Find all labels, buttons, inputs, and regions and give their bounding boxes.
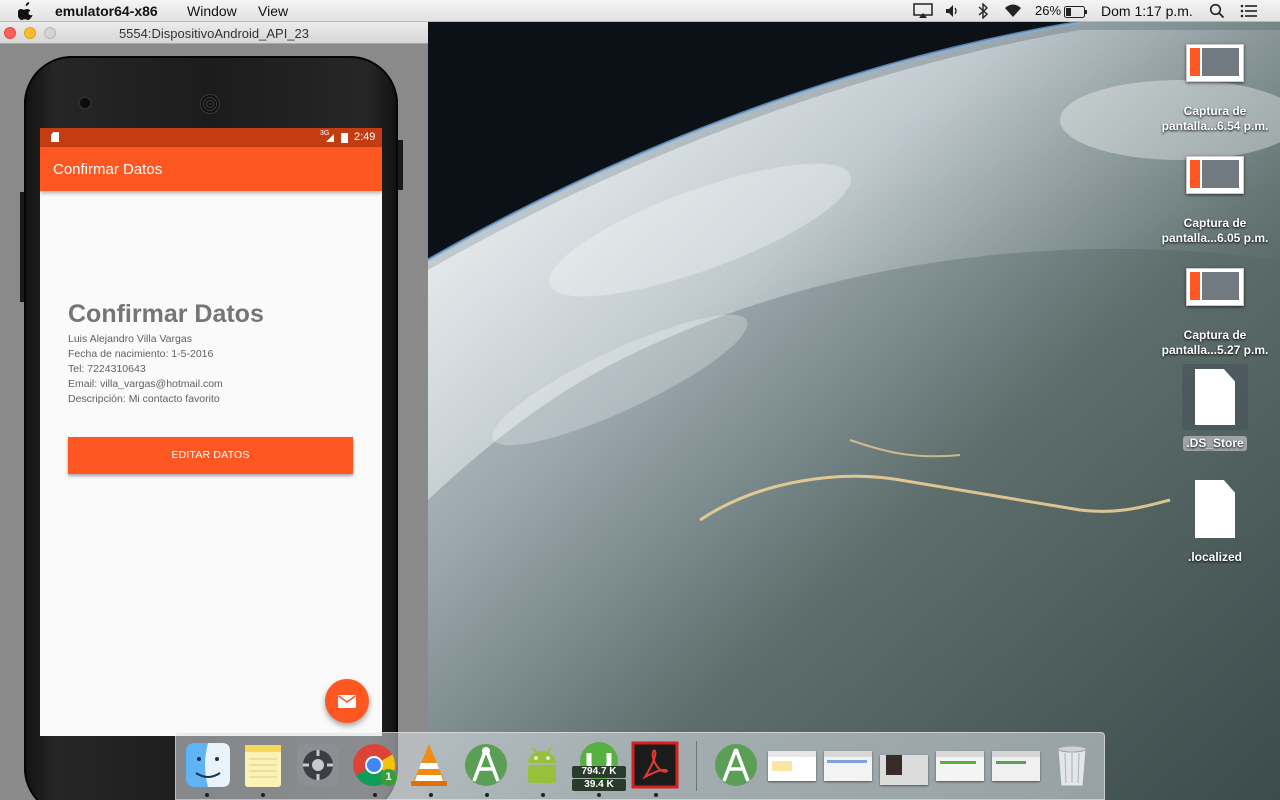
desktop-file-ds-store[interactable]: .DS_Store: [1155, 364, 1275, 452]
battery-percent: 26%: [1035, 3, 1062, 18]
chrome-icon[interactable]: 1: [350, 741, 398, 789]
bluetooth-icon[interactable]: [977, 2, 989, 22]
screenshot-thumbnail-icon: [1186, 44, 1244, 82]
android-studio-icon[interactable]: [462, 741, 510, 789]
minimized-studio-window-icon[interactable]: [992, 751, 1040, 781]
apple-icon[interactable]: [17, 2, 34, 23]
minimized-window-icon[interactable]: [768, 751, 816, 781]
email-address: Email: villa_vargas@hotmail.com: [68, 378, 223, 390]
screenshot-2-name-line1: Captura de: [1183, 216, 1247, 230]
desktop-file-localized[interactable]: .localized: [1155, 480, 1275, 565]
menu-view[interactable]: View: [258, 3, 288, 19]
notification-center-icon[interactable]: [1240, 3, 1258, 22]
send-email-fab[interactable]: [325, 679, 369, 723]
android-status-bar: 3G 2:49: [40, 128, 382, 147]
spotlight-search-icon[interactable]: [1209, 3, 1225, 22]
contact-description: Descripción: Mi contacto favorito: [68, 393, 220, 405]
screenshot-3-name-line2: pantalla...5.27 p.m.: [1161, 343, 1269, 357]
clock[interactable]: Dom 1:17 p.m.: [1101, 3, 1193, 19]
desktop-screenshot-1[interactable]: Captura de pantalla...6.54 p.m.: [1155, 44, 1275, 134]
desktop-screenshot-3[interactable]: Captura de pantalla...5.27 p.m.: [1155, 268, 1275, 358]
signal-icon: [326, 134, 334, 142]
torrent-download-speed: 794.7 K: [572, 766, 626, 778]
power-button[interactable]: [398, 140, 403, 190]
android-studio-window-icon[interactable]: [712, 741, 760, 789]
acrobat-icon[interactable]: [631, 741, 679, 789]
earpiece-speaker: [200, 94, 220, 114]
screenshot-3-name-line1: Captura de: [1183, 328, 1247, 342]
trash-icon[interactable]: [1048, 741, 1096, 789]
contact-name: Luis Alejandro Villa Vargas: [68, 333, 192, 345]
wifi-icon[interactable]: [1003, 3, 1023, 22]
minimized-pdf-window-icon[interactable]: [880, 751, 928, 785]
sd-card-icon: [51, 132, 59, 142]
screenshot-1-name-line1: Captura de: [1183, 104, 1247, 118]
emulator-window-title: 5554:DispositivoAndroid_API_23: [118, 26, 310, 41]
ds-store-name: .DS_Store: [1183, 436, 1247, 451]
android-clock: 2:49: [354, 131, 376, 143]
minimized-torrent-window-icon[interactable]: [936, 751, 984, 781]
app-name-menu[interactable]: emulator64-x86: [55, 3, 158, 19]
finder-icon[interactable]: [184, 741, 232, 789]
front-camera: [80, 98, 90, 108]
dock-separator: [696, 741, 697, 791]
android-icon[interactable]: [518, 741, 566, 789]
edit-data-button[interactable]: EDITAR DATOS: [68, 437, 353, 474]
birth-date: Fecha de nacimiento: 1-5-2016: [68, 348, 214, 360]
dock: 1 794.7 K 39.4 K: [175, 732, 1105, 800]
phone-number: Tel: 7224310643: [68, 363, 146, 375]
vlc-icon[interactable]: [405, 741, 453, 789]
screenshot-thumbnail-icon: [1186, 268, 1244, 306]
screenshot-2-name-line2: pantalla...6.05 p.m.: [1161, 231, 1269, 245]
localized-name: .localized: [1187, 550, 1243, 564]
desktop-screenshot-2[interactable]: Captura de pantalla...6.05 p.m.: [1155, 156, 1275, 246]
document-icon: [1182, 480, 1248, 540]
battery-icon[interactable]: [1064, 5, 1088, 21]
menu-bar: emulator64-x86 Window View 26% Dom 1:17 …: [0, 0, 1280, 22]
document-icon: [1182, 364, 1248, 430]
mail-icon: [338, 695, 356, 708]
torrent-icon[interactable]: 794.7 K 39.4 K: [572, 741, 626, 791]
screenshot-thumbnail-icon: [1186, 156, 1244, 194]
emulator-title-bar[interactable]: 5554:DispositivoAndroid_API_23: [0, 22, 428, 44]
app-bar-title: Confirmar Datos: [53, 161, 163, 178]
confirm-heading: Confirmar Datos: [68, 300, 264, 328]
screenshot-1-name-line2: pantalla...6.54 p.m.: [1161, 119, 1269, 133]
notes-icon[interactable]: [239, 741, 287, 789]
menu-window[interactable]: Window: [187, 3, 237, 19]
android-screen: 3G 2:49 Confirmar Datos Confirmar Datos …: [40, 128, 382, 736]
app-bar: Confirmar Datos: [40, 147, 382, 191]
torrent-upload-speed: 39.4 K: [572, 779, 626, 791]
chrome-badge: 1: [380, 769, 397, 786]
volume-icon[interactable]: [944, 3, 960, 22]
minimized-chrome-window-icon[interactable]: [824, 751, 872, 781]
system-preferences-icon[interactable]: [294, 741, 342, 789]
volume-rocker[interactable]: [20, 192, 24, 302]
battery-charging-icon: [341, 133, 348, 143]
emulator-window: 5554:DispositivoAndroid_API_23 3G 2:49 C…: [0, 22, 428, 800]
airplay-icon[interactable]: [913, 3, 933, 22]
